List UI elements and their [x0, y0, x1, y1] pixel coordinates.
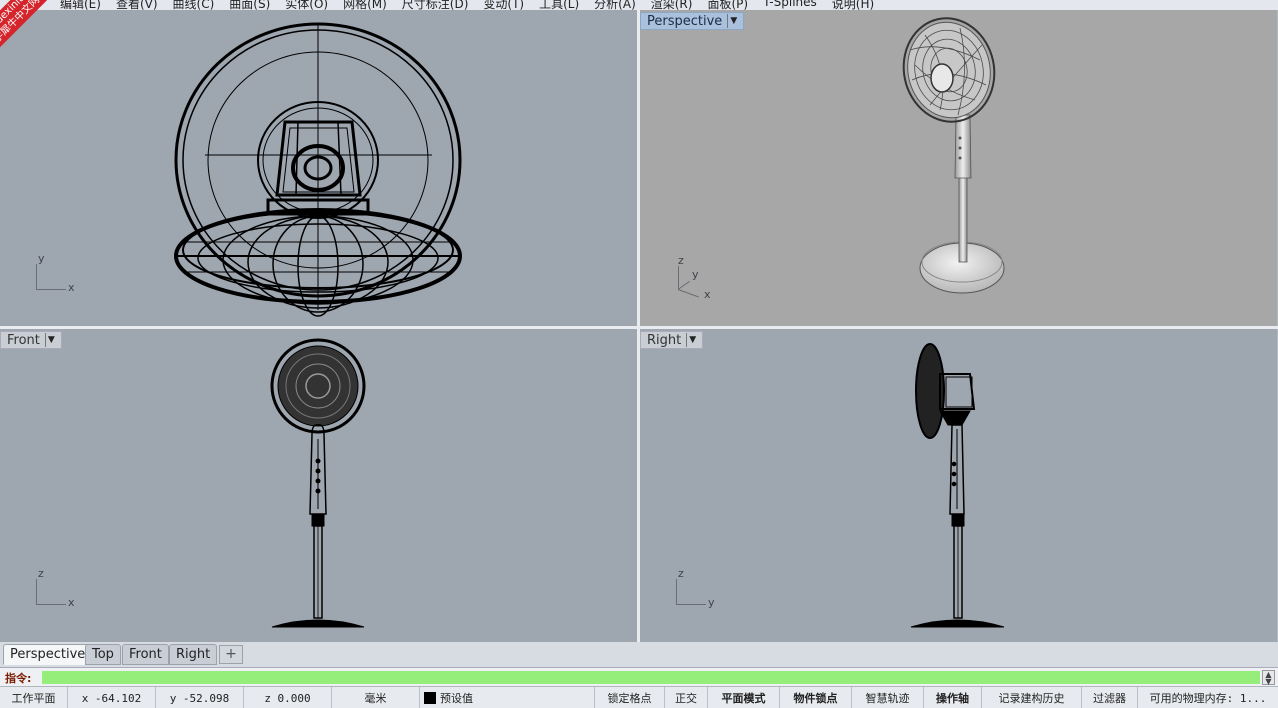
menu-bar: 编辑(E) 查看(V) 曲线(C) 曲面(S) 实体(O) 网格(M) 尺寸标注(D) 变动(… [0, 0, 1278, 10]
tab-perspective[interactable]: Perspective [3, 644, 93, 665]
menu-item-0[interactable]: 编辑(E) [60, 0, 101, 10]
status-planar[interactable]: 平面模式 [708, 687, 780, 708]
tab-top[interactable]: Top [85, 644, 121, 665]
command-input[interactable] [42, 671, 1260, 684]
menu-item-9[interactable]: 分析(A) [594, 0, 636, 10]
status-snap[interactable]: 锁定格点 [595, 687, 665, 708]
right-axis-y-label: y [708, 596, 715, 609]
add-viewport-tab-button[interactable]: + [219, 645, 243, 664]
menu-items: 编辑(E) 查看(V) 曲线(C) 曲面(S) 实体(O) 网格(M) 尺寸标注(D) 变动(… [60, 0, 889, 10]
status-gumball[interactable]: 操作轴 [924, 687, 982, 708]
viewport-splitter-vertical[interactable] [637, 10, 640, 642]
status-history[interactable]: 记录建构历史 [982, 687, 1082, 708]
status-units[interactable]: 毫米 [332, 687, 420, 708]
top-axis-y-label: y [38, 252, 45, 265]
layer-color-swatch [424, 692, 436, 704]
status-smarttrack[interactable]: 智慧轨迹 [852, 687, 924, 708]
status-cplane[interactable]: 工作平面 [0, 687, 68, 708]
rhino-window: 编辑(E) 查看(V) 曲线(C) 曲面(S) 实体(O) 网格(M) 尺寸标注(D) 变动(… [0, 0, 1278, 708]
status-layer[interactable]: 预设值 [420, 687, 595, 708]
status-x-coord: x -64.102 [68, 687, 156, 708]
perspective-axis-y-label: y [692, 268, 699, 281]
menu-item-6[interactable]: 尺寸标注(D) [402, 0, 469, 10]
menu-item-2[interactable]: 曲线(C) [173, 0, 215, 10]
status-y-coord: y -52.098 [156, 687, 244, 708]
status-z-coord: z 0.000 [244, 687, 332, 708]
plus-icon: + [225, 646, 237, 662]
viewport-top[interactable]: y x [0, 10, 637, 326]
top-view-fan-wireframe [174, 22, 462, 317]
front-axis-z-label: z [38, 567, 44, 580]
viewport-perspective[interactable]: Perspective ▼ z y x [640, 10, 1277, 326]
command-bar: 指令: ▲ ▼ [0, 667, 1278, 686]
menu-item-5[interactable]: 网格(M) [343, 0, 387, 10]
menu-item-1[interactable]: 查看(V) [116, 0, 158, 10]
status-memory: 可用的物理内存: 1... [1149, 692, 1267, 705]
command-history-scroll[interactable]: ▲ ▼ [1262, 670, 1275, 686]
viewport-tab-bar: Perspective Top Front Right + [0, 642, 1278, 667]
tab-front[interactable]: Front [122, 644, 169, 665]
perspective-view-fan-render [902, 17, 1005, 294]
viewport-right[interactable]: Right ▼ z y [640, 329, 1277, 642]
right-axis-z-label: z [678, 567, 684, 580]
status-bar: 工作平面 x -64.102 y -52.098 z 0.000 毫米 预设值 … [0, 686, 1278, 708]
perspective-axis-z-label: z [678, 254, 684, 267]
status-layer-name: 预设值 [440, 692, 473, 705]
viewport-front[interactable]: Front ▼ z x [0, 329, 637, 642]
menu-item-8[interactable]: 工具(L) [539, 0, 579, 10]
status-filter[interactable]: 过滤器 [1082, 687, 1138, 708]
status-osnap[interactable]: 物件锁点 [780, 687, 852, 708]
tab-right[interactable]: Right [169, 644, 218, 665]
menu-item-13[interactable]: 说明(H) [832, 0, 874, 10]
menu-item-11[interactable]: 面板(P) [707, 0, 748, 10]
command-prompt: 指令: [5, 672, 32, 685]
front-view-fan-wireframe [270, 338, 366, 628]
menu-item-12[interactable]: T-Splines [763, 0, 817, 10]
menu-item-7[interactable]: 变动(T) [483, 0, 524, 10]
status-ortho[interactable]: 正交 [665, 687, 708, 708]
front-axis-x-label: x [68, 596, 75, 609]
perspective-axis-x-label: x [704, 288, 711, 301]
right-view-fan-wireframe [910, 343, 1005, 628]
menu-item-4[interactable]: 实体(O) [285, 0, 328, 10]
menu-item-3[interactable]: 曲面(S) [229, 0, 270, 10]
menu-item-10[interactable]: 渲染(R) [651, 0, 693, 10]
top-axis-x-label: x [68, 281, 75, 294]
